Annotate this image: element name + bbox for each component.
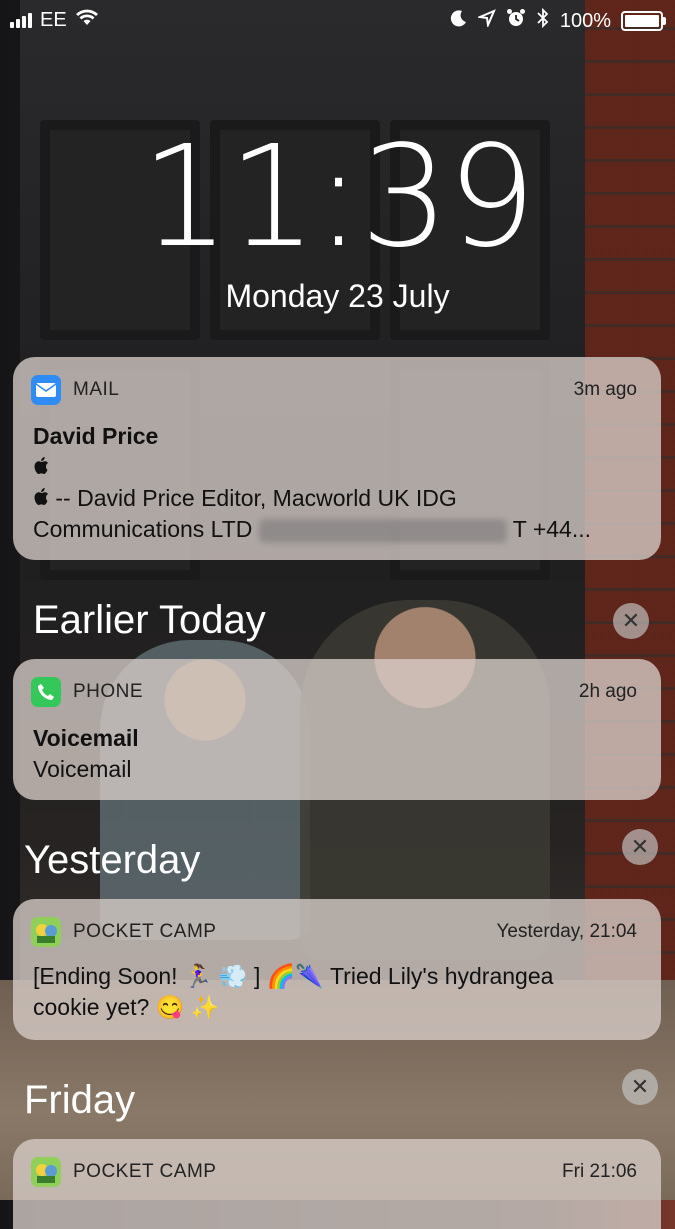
close-icon: ✕: [621, 608, 641, 633]
status-bar: EE 100%: [0, 0, 675, 40]
pocket-camp-icon: [31, 1157, 61, 1187]
notification-title: Voicemail: [33, 725, 139, 751]
notification-text: [Ending Soon! 🏃‍♀️ 💨 ] 🌈🌂 Tried Lily's h…: [33, 963, 554, 989]
bluetooth-icon: [536, 7, 550, 34]
phone-icon: [31, 677, 61, 707]
notification-line: Communications LTD T +44...: [33, 514, 637, 545]
notification-time: 3m ago: [573, 379, 637, 400]
notification-mail[interactable]: MAIL 3m ago David Price -- David Price E…: [13, 357, 661, 560]
notification-text: cookie yet? 😋 ✨: [33, 994, 220, 1020]
redacted-email: [258, 518, 507, 543]
notification-pocket-camp-friday[interactable]: POCKET CAMP Fri 21:06: [13, 1139, 661, 1229]
close-icon: ✕: [630, 834, 650, 859]
clear-yesterday-button[interactable]: ✕: [622, 829, 658, 865]
notification-pocket-camp[interactable]: POCKET CAMP Yesterday, 21:04 [Ending Soo…: [13, 899, 661, 1040]
clear-friday-button[interactable]: ✕: [622, 1069, 658, 1105]
wifi-icon: [75, 8, 99, 32]
notification-time: Yesterday, 21:04: [496, 921, 638, 942]
carrier-label: EE: [40, 8, 67, 31]
notification-line: -- David Price Editor, Macworld UK IDG: [33, 483, 637, 514]
notification-time: 2h ago: [578, 681, 637, 702]
apple-logo-icon: [33, 454, 49, 480]
battery-icon: [621, 11, 666, 31]
lock-date: Monday 23 July: [225, 278, 450, 314]
apple-logo-icon: [33, 485, 55, 511]
battery-percent: 100%: [559, 9, 611, 32]
notification-app-name: POCKET CAMP: [73, 1161, 217, 1182]
notification-app-name: PHONE: [73, 681, 144, 702]
close-icon: ✕: [630, 1074, 650, 1099]
section-earlier-today: Earlier Today: [33, 598, 266, 642]
notification-phone[interactable]: PHONE 2h ago Voicemail Voicemail: [13, 659, 661, 800]
notification-app-name: MAIL: [73, 379, 120, 400]
notification-line: [33, 452, 637, 483]
mail-icon: [31, 375, 61, 405]
notification-text: T +44...: [512, 516, 592, 542]
notification-title: David Price: [33, 423, 159, 449]
moon-icon: [450, 9, 468, 33]
notification-text: Voicemail: [33, 756, 132, 782]
notification-text: Communications LTD: [33, 516, 253, 542]
section-yesterday: Yesterday: [24, 838, 201, 882]
notification-time: Fri 21:06: [562, 1161, 637, 1182]
section-friday: Friday: [24, 1078, 136, 1122]
alarm-icon: [506, 8, 526, 34]
pocket-camp-icon: [31, 917, 61, 947]
signal-bars-icon: [10, 12, 32, 28]
clear-earlier-today-button[interactable]: ✕: [613, 603, 649, 639]
lock-time: 11:39: [140, 116, 536, 279]
notification-app-name: POCKET CAMP: [73, 921, 217, 942]
location-arrow-icon: [476, 9, 496, 33]
notification-text: -- David Price Editor, Macworld UK IDG: [55, 485, 457, 511]
